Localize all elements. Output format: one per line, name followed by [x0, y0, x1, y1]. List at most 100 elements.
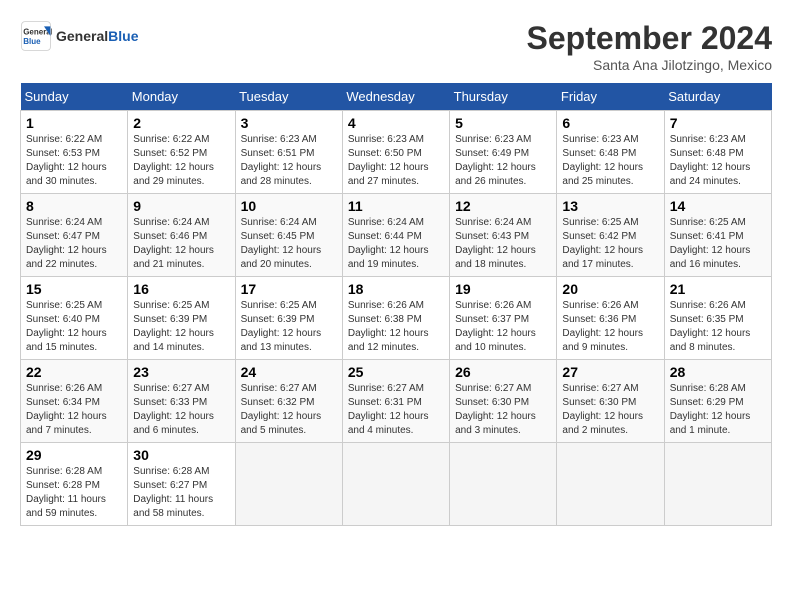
day-number: 11 [348, 198, 444, 214]
day-number: 18 [348, 281, 444, 297]
calendar-cell: 4Sunrise: 6:23 AMSunset: 6:50 PMDaylight… [342, 111, 449, 194]
calendar-cell: 15Sunrise: 6:25 AMSunset: 6:40 PMDayligh… [21, 277, 128, 360]
calendar-cell: 18Sunrise: 6:26 AMSunset: 6:38 PMDayligh… [342, 277, 449, 360]
calendar-cell: 14 Sunrise: 6:25 AMSunset: 6:41 PMDayligh… [664, 194, 771, 277]
day-number: 20 [562, 281, 658, 297]
day-info: Sunrise: 6:26 AMSunset: 6:37 PMDaylight:… [455, 299, 551, 355]
day-number: 8 [26, 198, 122, 214]
weekday-header-friday: Friday [557, 83, 664, 111]
calendar-cell [342, 443, 449, 526]
calendar-week-row: 29Sunrise: 6:28 AMSunset: 6:28 PMDayligh… [21, 443, 772, 526]
day-info: Sunrise: 6:25 AMSunset: 6:39 PMDaylight:… [241, 299, 337, 355]
day-number: 3 [241, 115, 337, 131]
location: Santa Ana Jilotzingo, Mexico [527, 57, 772, 73]
calendar-cell: 24Sunrise: 6:27 AMSunset: 6:32 PMDayligh… [235, 360, 342, 443]
day-info: Sunrise: 6:27 AMSunset: 6:31 PMDaylight:… [348, 382, 444, 438]
svg-text:Blue: Blue [23, 37, 41, 46]
calendar-cell: 25 Sunrise: 6:27 AMSunset: 6:31 PMDayligh… [342, 360, 449, 443]
day-number: 25 [348, 364, 444, 380]
day-number: 14 [670, 198, 766, 214]
calendar-cell: 13 Sunrise: 6:25 AMSunset: 6:42 PMDayligh… [557, 194, 664, 277]
day-number: 26 [455, 364, 551, 380]
day-info: Sunrise: 6:24 AMSunset: 6:44 PMDaylight:… [348, 216, 444, 272]
calendar-cell: 20 Sunrise: 6:26 AMSunset: 6:36 PMDayligh… [557, 277, 664, 360]
calendar-cell: 7 Sunrise: 6:23 AMSunset: 6:48 PMDaylight… [664, 111, 771, 194]
day-number: 1 [26, 115, 122, 131]
day-number: 9 [133, 198, 229, 214]
weekday-header-tuesday: Tuesday [235, 83, 342, 111]
calendar-cell: 2 Sunrise: 6:22 AMSunset: 6:52 PMDaylight… [128, 111, 235, 194]
calendar-cell [450, 443, 557, 526]
day-number: 23 [133, 364, 229, 380]
day-info: Sunrise: 6:28 AMSunset: 6:29 PMDaylight:… [670, 382, 766, 438]
day-number: 17 [241, 281, 337, 297]
day-info: Sunrise: 6:27 AMSunset: 6:30 PMDaylight:… [455, 382, 551, 438]
calendar-cell: 21 Sunrise: 6:26 AMSunset: 6:35 PMDayligh… [664, 277, 771, 360]
calendar-cell: 9 Sunrise: 6:24 AMSunset: 6:46 PMDaylight… [128, 194, 235, 277]
calendar-cell: 16Sunrise: 6:25 AMSunset: 6:39 PMDayligh… [128, 277, 235, 360]
calendar-week-row: 8 Sunrise: 6:24 AMSunset: 6:47 PMDaylight… [21, 194, 772, 277]
title-block: September 2024 Santa Ana Jilotzingo, Mex… [527, 20, 772, 73]
day-number: 19 [455, 281, 551, 297]
day-number: 28 [670, 364, 766, 380]
calendar-week-row: 22Sunrise: 6:26 AMSunset: 6:34 PMDayligh… [21, 360, 772, 443]
day-info: Sunrise: 6:27 AMSunset: 6:30 PMDaylight:… [562, 382, 658, 438]
day-info: Sunrise: 6:27 AMSunset: 6:33 PMDaylight:… [133, 382, 229, 438]
weekday-header-wednesday: Wednesday [342, 83, 449, 111]
calendar-cell: 30 Sunrise: 6:28 AMSunset: 6:27 PMDayligh… [128, 443, 235, 526]
calendar-cell: 29Sunrise: 6:28 AMSunset: 6:28 PMDayligh… [21, 443, 128, 526]
calendar-cell: 26 Sunrise: 6:27 AMSunset: 6:30 PMDayligh… [450, 360, 557, 443]
day-number: 30 [133, 447, 229, 463]
day-info: Sunrise: 6:25 AMSunset: 6:39 PMDaylight:… [133, 299, 229, 355]
day-info: Sunrise: 6:26 AMSunset: 6:35 PMDaylight:… [670, 299, 766, 355]
calendar-cell: 23 Sunrise: 6:27 AMSunset: 6:33 PMDayligh… [128, 360, 235, 443]
day-number: 22 [26, 364, 122, 380]
logo: General Blue GeneralBlue [20, 20, 138, 52]
calendar-cell: 12 Sunrise: 6:24 AMSunset: 6:43 PMDayligh… [450, 194, 557, 277]
day-number: 2 [133, 115, 229, 131]
day-number: 12 [455, 198, 551, 214]
day-info: Sunrise: 6:23 AMSunset: 6:48 PMDaylight:… [670, 133, 766, 189]
day-info: Sunrise: 6:24 AMSunset: 6:46 PMDaylight:… [133, 216, 229, 272]
calendar-cell [235, 443, 342, 526]
day-info: Sunrise: 6:28 AMSunset: 6:27 PMDaylight:… [133, 465, 229, 521]
weekday-header-monday: Monday [128, 83, 235, 111]
page-header: General Blue GeneralBlue September 2024 … [20, 20, 772, 73]
day-info: Sunrise: 6:24 AMSunset: 6:47 PMDaylight:… [26, 216, 122, 272]
calendar-table: SundayMondayTuesdayWednesdayThursdayFrid… [20, 83, 772, 526]
day-number: 10 [241, 198, 337, 214]
month-title: September 2024 [527, 20, 772, 57]
calendar-cell: 1 Sunrise: 6:22 AMSunset: 6:53 PMDaylight… [21, 111, 128, 194]
day-number: 15 [26, 281, 122, 297]
day-number: 13 [562, 198, 658, 214]
weekday-header-sunday: Sunday [21, 83, 128, 111]
day-number: 5 [455, 115, 551, 131]
day-info: Sunrise: 6:24 AMSunset: 6:45 PMDaylight:… [241, 216, 337, 272]
day-info: Sunrise: 6:27 AMSunset: 6:32 PMDaylight:… [241, 382, 337, 438]
day-info: Sunrise: 6:24 AMSunset: 6:43 PMDaylight:… [455, 216, 551, 272]
day-info: Sunrise: 6:26 AMSunset: 6:36 PMDaylight:… [562, 299, 658, 355]
day-info: Sunrise: 6:23 AMSunset: 6:49 PMDaylight:… [455, 133, 551, 189]
day-number: 6 [562, 115, 658, 131]
calendar-cell: 17 Sunrise: 6:25 AMSunset: 6:39 PMDayligh… [235, 277, 342, 360]
calendar-cell: 10 Sunrise: 6:24 AMSunset: 6:45 PMDayligh… [235, 194, 342, 277]
day-info: Sunrise: 6:22 AMSunset: 6:52 PMDaylight:… [133, 133, 229, 189]
day-info: Sunrise: 6:25 AMSunset: 6:42 PMDaylight:… [562, 216, 658, 272]
day-info: Sunrise: 6:22 AMSunset: 6:53 PMDaylight:… [26, 133, 122, 189]
day-info: Sunrise: 6:25 AMSunset: 6:41 PMDaylight:… [670, 216, 766, 272]
weekday-header-saturday: Saturday [664, 83, 771, 111]
day-number: 7 [670, 115, 766, 131]
calendar-cell: 22Sunrise: 6:26 AMSunset: 6:34 PMDayligh… [21, 360, 128, 443]
day-number: 29 [26, 447, 122, 463]
calendar-week-row: 1 Sunrise: 6:22 AMSunset: 6:53 PMDaylight… [21, 111, 772, 194]
day-info: Sunrise: 6:23 AMSunset: 6:50 PMDaylight:… [348, 133, 444, 189]
weekday-header-thursday: Thursday [450, 83, 557, 111]
calendar-cell: 27 Sunrise: 6:27 AMSunset: 6:30 PMDayligh… [557, 360, 664, 443]
calendar-cell [664, 443, 771, 526]
calendar-cell: 11 Sunrise: 6:24 AMSunset: 6:44 PMDayligh… [342, 194, 449, 277]
day-info: Sunrise: 6:23 AMSunset: 6:48 PMDaylight:… [562, 133, 658, 189]
day-number: 27 [562, 364, 658, 380]
day-number: 21 [670, 281, 766, 297]
calendar-cell [557, 443, 664, 526]
calendar-cell: 19 Sunrise: 6:26 AMSunset: 6:37 PMDayligh… [450, 277, 557, 360]
